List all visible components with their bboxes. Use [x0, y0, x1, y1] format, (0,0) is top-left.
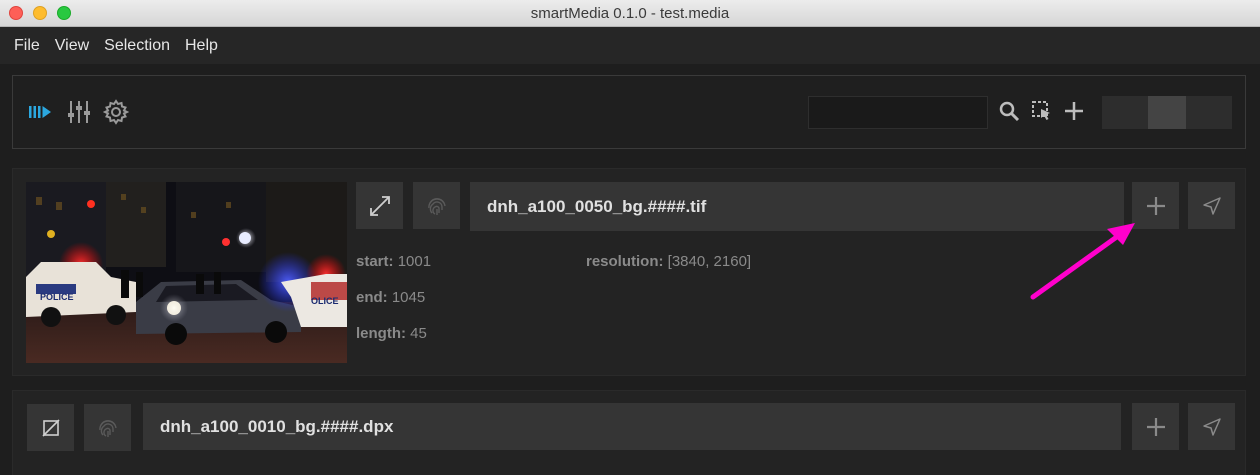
- send-icon: [1202, 417, 1221, 436]
- plus-icon: [1146, 196, 1165, 215]
- start-value: 1001: [397, 253, 432, 270]
- window-titlebar: smartMedia 0.1.0 - test.media: [0, 0, 1260, 27]
- resolution-info: resolution: [3840, 2160]: [586, 253, 752, 270]
- send-icon: [1202, 196, 1221, 215]
- plus-icon: [1146, 417, 1165, 436]
- search-input[interactable]: [808, 96, 988, 129]
- expand-button[interactable]: [27, 404, 74, 451]
- fingerprint-button[interactable]: [413, 182, 460, 229]
- add-button[interactable]: [1132, 403, 1179, 450]
- start-info: start: 1001: [356, 253, 432, 270]
- svg-text:OLICE: OLICE: [311, 296, 339, 306]
- menu-file[interactable]: File: [14, 37, 40, 55]
- send-button[interactable]: [1188, 182, 1235, 229]
- media-list-icon[interactable]: [27, 99, 53, 125]
- resolution-value: [3840, 2160]: [667, 253, 752, 270]
- end-value: 1045: [391, 289, 426, 306]
- length-value: 45: [410, 325, 427, 342]
- view-toggle-middle[interactable]: [1148, 96, 1186, 129]
- window-title: smartMedia 0.1.0 - test.media: [530, 5, 730, 22]
- media-item[interactable]: dnh_a100_0010_bg.####.dpx: [12, 390, 1246, 475]
- sliders-icon[interactable]: [66, 99, 92, 125]
- view-toggle-left[interactable]: [1102, 96, 1148, 129]
- expand-button[interactable]: [356, 182, 403, 229]
- fingerprint-button[interactable]: [84, 404, 131, 451]
- fingerprint-icon: [98, 419, 117, 437]
- plus-icon[interactable]: [1063, 100, 1085, 122]
- fingerprint-icon: [427, 197, 446, 215]
- view-toggle-right[interactable]: [1186, 96, 1232, 129]
- gear-icon[interactable]: [103, 99, 129, 125]
- select-region-icon[interactable]: [1031, 100, 1053, 122]
- annotation-arrow: [1030, 223, 1135, 300]
- send-button[interactable]: [1188, 403, 1235, 450]
- police-cars-image: POLICE OLICE: [26, 182, 347, 363]
- search-icon[interactable]: [998, 100, 1020, 122]
- menu-bar: File View Selection Help: [0, 27, 1260, 64]
- toolbar: [12, 75, 1246, 149]
- length-info: length: 45: [356, 325, 427, 342]
- media-thumbnail: POLICE OLICE: [26, 182, 347, 363]
- expand-icon: [369, 195, 390, 216]
- menu-selection[interactable]: Selection: [104, 37, 170, 55]
- menu-help[interactable]: Help: [185, 37, 218, 55]
- menu-view[interactable]: View: [55, 37, 89, 55]
- no-image-icon: [41, 418, 60, 437]
- end-info: end: 1045: [356, 289, 426, 306]
- svg-text:POLICE: POLICE: [40, 292, 74, 302]
- media-name[interactable]: dnh_a100_0010_bg.####.dpx: [143, 403, 1121, 450]
